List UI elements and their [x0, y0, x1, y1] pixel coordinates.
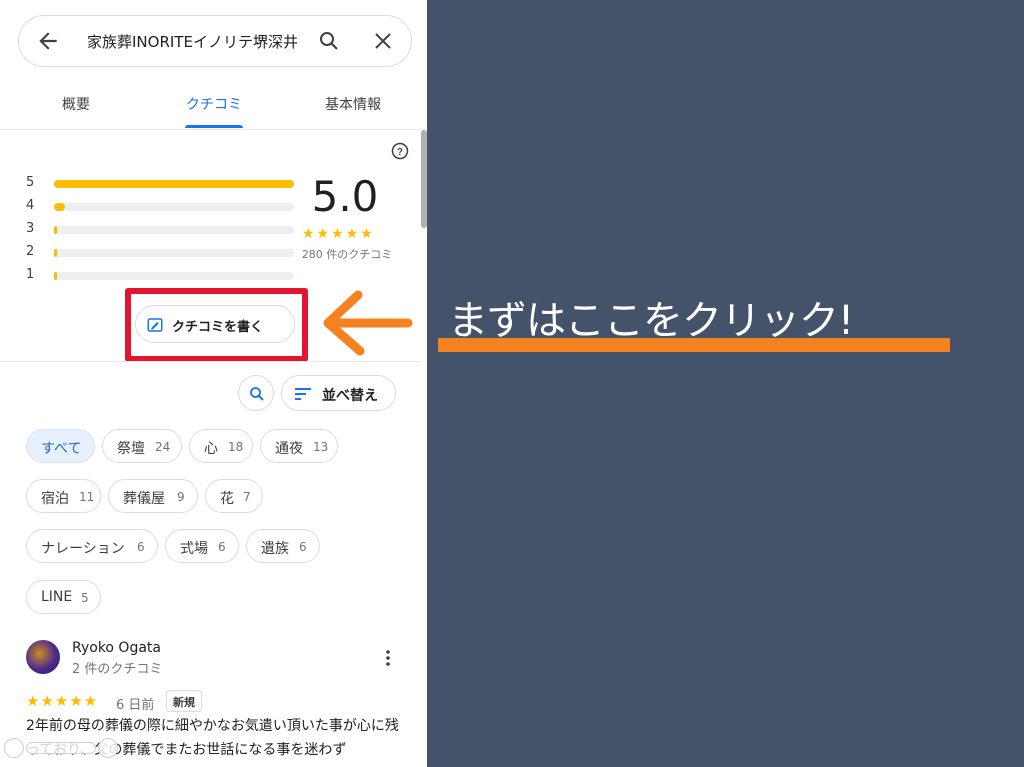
- rating-bar-fill: [54, 226, 57, 234]
- chip-topic[interactable]: 花7: [205, 479, 263, 513]
- maps-side-panel: 家族葬INORITEイノリテ堺深井 概要 クチコミ 基本情報 ? 5.0 ★★★…: [0, 0, 427, 767]
- more-vert-icon[interactable]: [380, 648, 396, 668]
- search-reviews-button[interactable]: [238, 375, 274, 411]
- chip-topic[interactable]: 心 18: [189, 429, 253, 463]
- rating-bar-label: 3: [26, 221, 35, 236]
- next-nav-control[interactable]: [98, 738, 118, 758]
- chip-label: 心: [204, 441, 218, 457]
- chip-label: 通夜: [275, 441, 303, 457]
- review-stars: ★★★★★: [26, 692, 99, 710]
- chip-count: 11: [79, 490, 95, 504]
- rating-bar-label: 1: [26, 267, 35, 282]
- sort-icon: [295, 388, 311, 400]
- chip-count: 24: [155, 440, 171, 454]
- chip-topic[interactable]: 祭壇 24: [102, 429, 182, 463]
- chip-label: 遺族: [261, 541, 289, 557]
- chip-count: 5: [81, 591, 89, 605]
- tab-reviews[interactable]: クチコミ: [176, 94, 252, 114]
- chip-label: ナレーション: [41, 541, 125, 557]
- review-text: 2年前の母の葬儀の際に細やかなお気遣い頂いた事が心に残っており、父の葬儀でまたお…: [26, 718, 399, 758]
- highlight-box: [125, 288, 308, 362]
- active-tab-indicator: [185, 125, 243, 128]
- chip-topic[interactable]: 宿泊 11: [26, 479, 101, 513]
- rating-bar-label: 5: [26, 175, 35, 190]
- left-arrow-icon: [323, 290, 413, 356]
- chip-label: LINE: [41, 589, 73, 605]
- chip-label: 祭壇: [117, 441, 145, 457]
- rating-bar-fill: [54, 180, 294, 188]
- rating-bar-label: 4: [26, 198, 35, 213]
- chip-count: 6: [137, 540, 145, 554]
- chip-topic[interactable]: 式場 6: [165, 529, 239, 563]
- rating-bar-track: [54, 203, 294, 211]
- search-icon[interactable]: [317, 29, 341, 53]
- rating-bar-track: [54, 180, 294, 188]
- average-rating: 5.0: [311, 172, 379, 221]
- new-badge: 新規: [166, 690, 202, 712]
- chip-count: 13: [313, 440, 329, 454]
- chip-count: 6: [299, 540, 307, 554]
- rating-bar-track: [54, 249, 294, 257]
- chip-label: 花: [220, 491, 234, 507]
- nav-control-track: [26, 742, 96, 754]
- chip-label: すべて: [41, 441, 82, 457]
- rating-bar-label: 2: [26, 244, 35, 259]
- tab-overview[interactable]: 概要: [40, 94, 112, 114]
- chip-count: 6: [218, 540, 226, 554]
- svg-text:?: ?: [397, 147, 403, 158]
- chip-topic[interactable]: 通夜 13: [260, 429, 338, 463]
- scrollbar-thumb[interactable]: [421, 130, 427, 228]
- average-rating-stars: ★★★★★: [302, 226, 375, 242]
- rating-bar-fill: [54, 249, 57, 257]
- place-tabs: 概要 クチコミ 基本情報: [0, 78, 427, 130]
- chip-label: 式場: [180, 541, 208, 557]
- reviewer-name[interactable]: Ryoko Ogata: [72, 640, 161, 656]
- chip-topic[interactable]: 遺族 6: [246, 529, 320, 563]
- chip-count: 7: [243, 490, 251, 504]
- back-arrow-icon[interactable]: [35, 28, 61, 54]
- chip-count: 9: [177, 490, 185, 504]
- sort-button[interactable]: 並べ替え: [281, 375, 396, 411]
- prev-nav-control[interactable]: [4, 738, 24, 758]
- review-date: 6 日前: [116, 698, 155, 713]
- search-bar[interactable]: 家族葬INORITEイノリテ堺深井: [18, 15, 412, 67]
- chip-all[interactable]: すべて: [26, 429, 95, 463]
- rating-bar-fill: [54, 272, 57, 280]
- rating-bar-track: [54, 226, 294, 234]
- reviewer-review-count: 2 件のクチコミ: [72, 662, 163, 677]
- chip-count: 18: [228, 440, 244, 454]
- review-count[interactable]: 280 件のクチコミ: [292, 246, 402, 262]
- callout-text: まずはここをクリック!: [448, 298, 854, 344]
- rating-bar-fill: [54, 203, 65, 211]
- chip-topic[interactable]: 葬儀屋 9: [108, 479, 198, 513]
- chip-topic[interactable]: ナレーション 6: [26, 529, 158, 563]
- sort-label: 並べ替え: [322, 388, 378, 404]
- search-query-text[interactable]: 家族葬INORITEイノリテ堺深井: [87, 31, 323, 52]
- chip-topic[interactable]: LINE 5: [26, 580, 101, 614]
- close-icon[interactable]: [371, 29, 395, 53]
- chip-label: 宿泊: [41, 491, 69, 507]
- search-icon: [250, 387, 264, 401]
- rating-bar-track: [54, 272, 294, 280]
- reviewer-avatar[interactable]: [26, 640, 60, 674]
- help-icon[interactable]: ?: [391, 142, 409, 160]
- chip-label: 葬儀屋: [123, 491, 165, 507]
- tab-about[interactable]: 基本情報: [312, 94, 394, 114]
